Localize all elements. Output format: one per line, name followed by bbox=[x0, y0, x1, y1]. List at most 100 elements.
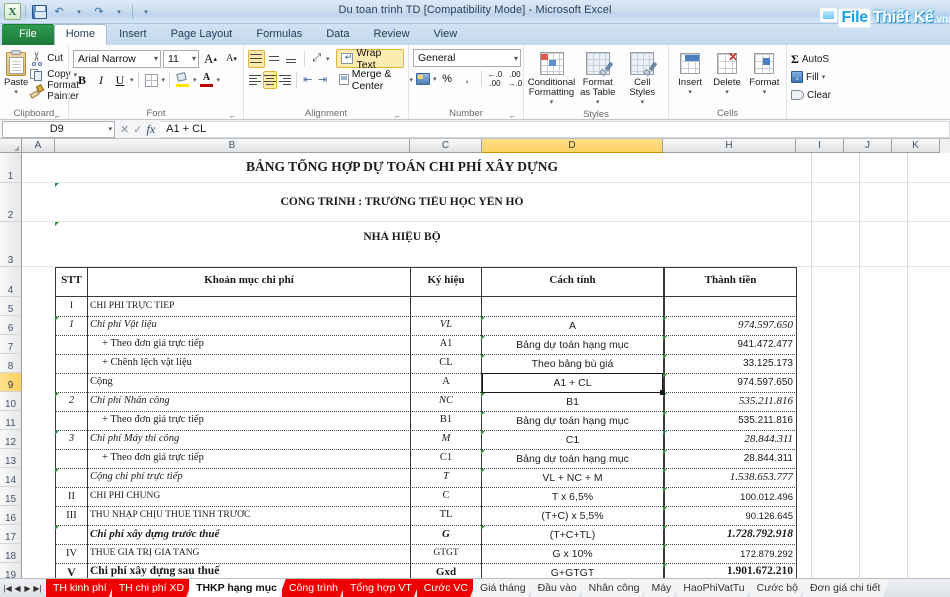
cell-C11[interactable]: B1 bbox=[411, 414, 481, 425]
cell-C14[interactable]: T bbox=[411, 471, 481, 482]
cell-D18[interactable]: G x 10% bbox=[483, 548, 662, 560]
cells-area[interactable]: BẢNG TỔNG HỢP DỰ TOÁN CHI PHÍ XÂY DỰNG C… bbox=[22, 153, 950, 578]
cancel-icon[interactable]: ✕ bbox=[120, 123, 129, 136]
cell-C16[interactable]: TL bbox=[411, 509, 481, 520]
chevron-down-icon[interactable]: ▾ bbox=[108, 125, 112, 133]
cell-B19[interactable]: Chi phí xây dựng sau thuế bbox=[90, 565, 408, 577]
sheet-tab-nhan-cong[interactable]: Nhân công bbox=[582, 579, 649, 597]
sheet-tab-gia-thang[interactable]: Giá tháng bbox=[473, 579, 535, 597]
sheet-subtitle[interactable]: CÔNG TRÌNH : TRƯỜNG TIỂU HỌC YÊN HỒ bbox=[22, 196, 782, 208]
active-cell-selection[interactable] bbox=[482, 373, 665, 395]
cell-C12[interactable]: M bbox=[411, 433, 481, 444]
cell-styles-button[interactable]: Cell Styles ▾ bbox=[621, 50, 665, 108]
row-header-16[interactable]: 16 bbox=[0, 506, 22, 525]
row-header-3[interactable]: 3 bbox=[0, 222, 22, 267]
cell-B16[interactable]: THU NHẬP CHỊU THUẾ TÍNH TRƯỚC bbox=[90, 510, 408, 520]
format-as-table-button[interactable]: Format as Table ▾ bbox=[576, 50, 620, 108]
number-dialog-launcher-icon[interactable]: ⌐ bbox=[508, 110, 517, 119]
increase-indent-button[interactable]: ⇥ bbox=[316, 71, 330, 89]
tab-file[interactable]: File bbox=[2, 24, 54, 45]
sheet-subtitle2[interactable]: NHÀ HIỆU BỘ bbox=[22, 231, 782, 243]
grid-body[interactable]: 1 2 3 4 5 6 7 8 9 10 11 12 13 14 15 16 1… bbox=[0, 153, 950, 578]
formula-bar-buttons[interactable]: ✕ ✓ fx bbox=[115, 122, 160, 137]
tab-home[interactable]: Home bbox=[53, 24, 108, 45]
cell-A16[interactable]: III bbox=[56, 510, 87, 521]
row-header-8[interactable]: 8 bbox=[0, 354, 22, 373]
select-all-corner[interactable] bbox=[0, 139, 22, 153]
align-left-button[interactable] bbox=[248, 71, 262, 89]
sheet-tab-haophivattu[interactable]: HaoPhiVatTu bbox=[676, 579, 753, 597]
cell-H19[interactable]: 1.901.672.210 bbox=[665, 565, 793, 577]
cell-H15[interactable]: 100.012.496 bbox=[665, 492, 793, 503]
last-sheet-icon[interactable]: ▶| bbox=[33, 584, 42, 593]
row-header-11[interactable]: 11 bbox=[0, 411, 22, 430]
comma-style-button[interactable]: , bbox=[458, 70, 477, 88]
sheet-tab-may[interactable]: Máy bbox=[644, 579, 680, 597]
header-symbol[interactable]: Ký hiệu bbox=[411, 274, 481, 286]
align-bottom-button[interactable] bbox=[283, 50, 299, 68]
cell-D11[interactable]: Bảng dự toán hạng mục bbox=[483, 415, 662, 427]
row-header-10[interactable]: 10 bbox=[0, 392, 22, 411]
cell-C19[interactable]: Gxd bbox=[411, 566, 481, 578]
cell-D10[interactable]: B1 bbox=[483, 396, 662, 408]
align-center-button[interactable] bbox=[262, 70, 278, 89]
cell-C8[interactable]: CL bbox=[411, 357, 481, 368]
row-header-13[interactable]: 13 bbox=[0, 449, 22, 468]
chevron-down-icon[interactable]: ▾ bbox=[189, 54, 196, 63]
fill-button[interactable]: ↓ Fill ▾ bbox=[791, 69, 825, 85]
sheet-tab-tong-hop-vt[interactable]: Tổng hợp VT bbox=[343, 579, 421, 597]
sheet-tab-dau-vao[interactable]: Đầu vào bbox=[531, 579, 586, 597]
delete-cells-button[interactable]: ✕ Delete ▾ bbox=[709, 50, 744, 98]
row-header-7[interactable]: 7 bbox=[0, 335, 22, 354]
sheet-tab-th-kinh-phi[interactable]: TH kinh phí bbox=[46, 579, 116, 597]
cell-B18[interactable]: THUẾ GIÁ TRỊ GIA TĂNG bbox=[90, 548, 408, 558]
column-header-K[interactable]: K bbox=[892, 139, 940, 153]
sheet-tab-don-gia-chi-tiet[interactable]: Đơn giá chi tiết bbox=[803, 579, 890, 597]
cell-H11[interactable]: 535.211.816 bbox=[665, 415, 793, 426]
row-header-2[interactable]: 2 bbox=[0, 183, 22, 222]
align-middle-button[interactable] bbox=[266, 50, 282, 68]
cell-A15[interactable]: II bbox=[56, 491, 87, 502]
row-header-15[interactable]: 15 bbox=[0, 487, 22, 506]
cell-A5[interactable]: I bbox=[56, 301, 87, 311]
row-header-14[interactable]: 14 bbox=[0, 468, 22, 487]
cell-H17[interactable]: 1.728.792.918 bbox=[665, 528, 793, 540]
cell-B14[interactable]: Cộng chi phí trực tiếp bbox=[90, 471, 408, 482]
cell-D13[interactable]: Bảng dự toán hạng mục bbox=[483, 453, 662, 465]
row-header-18[interactable]: 18 bbox=[0, 544, 22, 563]
borders-button[interactable] bbox=[143, 71, 161, 89]
first-sheet-icon[interactable]: |◀ bbox=[3, 584, 12, 593]
tab-data[interactable]: Data bbox=[314, 24, 361, 45]
cell-D12[interactable]: C1 bbox=[483, 434, 662, 446]
cell-D8[interactable]: Theo bảng bù giá bbox=[483, 358, 662, 370]
sheet-tab-bar[interactable]: |◀ ◀ ▶ ▶| TH kinh phí TH chi phí XD THKP… bbox=[0, 578, 950, 597]
italic-button[interactable]: I bbox=[92, 71, 110, 89]
wrap-text-button[interactable]: Wrap Text bbox=[336, 47, 405, 71]
bold-button[interactable]: B bbox=[73, 71, 91, 89]
cell-D6[interactable]: A bbox=[483, 320, 662, 332]
column-headers[interactable]: A B C D H I J K bbox=[0, 139, 950, 153]
name-box[interactable]: D9 ▾ bbox=[2, 120, 115, 138]
underline-dropdown-icon[interactable]: ▾ bbox=[130, 76, 134, 84]
align-right-button[interactable] bbox=[278, 71, 292, 89]
cell-H14[interactable]: 1.538.653.777 bbox=[665, 471, 793, 483]
cell-A12[interactable]: 3 bbox=[56, 433, 87, 444]
header-item[interactable]: Khoản mục chi phí bbox=[88, 274, 410, 286]
percent-style-button[interactable]: % bbox=[438, 70, 457, 88]
number-format-combo[interactable]: General ▾ bbox=[413, 49, 521, 67]
column-header-I[interactable]: I bbox=[796, 139, 844, 153]
row-header-1[interactable]: 1 bbox=[0, 153, 22, 183]
chevron-down-icon[interactable]: ▾ bbox=[511, 54, 518, 63]
row-header-19[interactable]: 19 bbox=[0, 563, 22, 578]
orientation-button[interactable]: ⤢ bbox=[309, 50, 325, 68]
font-color-dropdown-icon[interactable]: ▾ bbox=[217, 76, 221, 84]
increase-decimal-button[interactable]: ←.0.00 bbox=[486, 70, 505, 88]
sheet-tabs[interactable]: TH kinh phí TH chi phí XD THKP hạng mục … bbox=[46, 579, 950, 597]
format-cells-button[interactable]: Format ▾ bbox=[747, 50, 782, 98]
cell-B15[interactable]: CHI PHÍ CHUNG bbox=[90, 491, 408, 501]
accounting-dropdown-icon[interactable]: ▾ bbox=[433, 75, 437, 83]
cell-H16[interactable]: 90.126.645 bbox=[665, 511, 793, 522]
cell-B7[interactable]: + Theo đơn giá trực tiếp bbox=[102, 338, 408, 349]
merge-and-center-button[interactable]: Merge & Center ▾ bbox=[337, 68, 415, 92]
font-name-combo[interactable]: Arial Narrow ▾ bbox=[73, 49, 161, 68]
